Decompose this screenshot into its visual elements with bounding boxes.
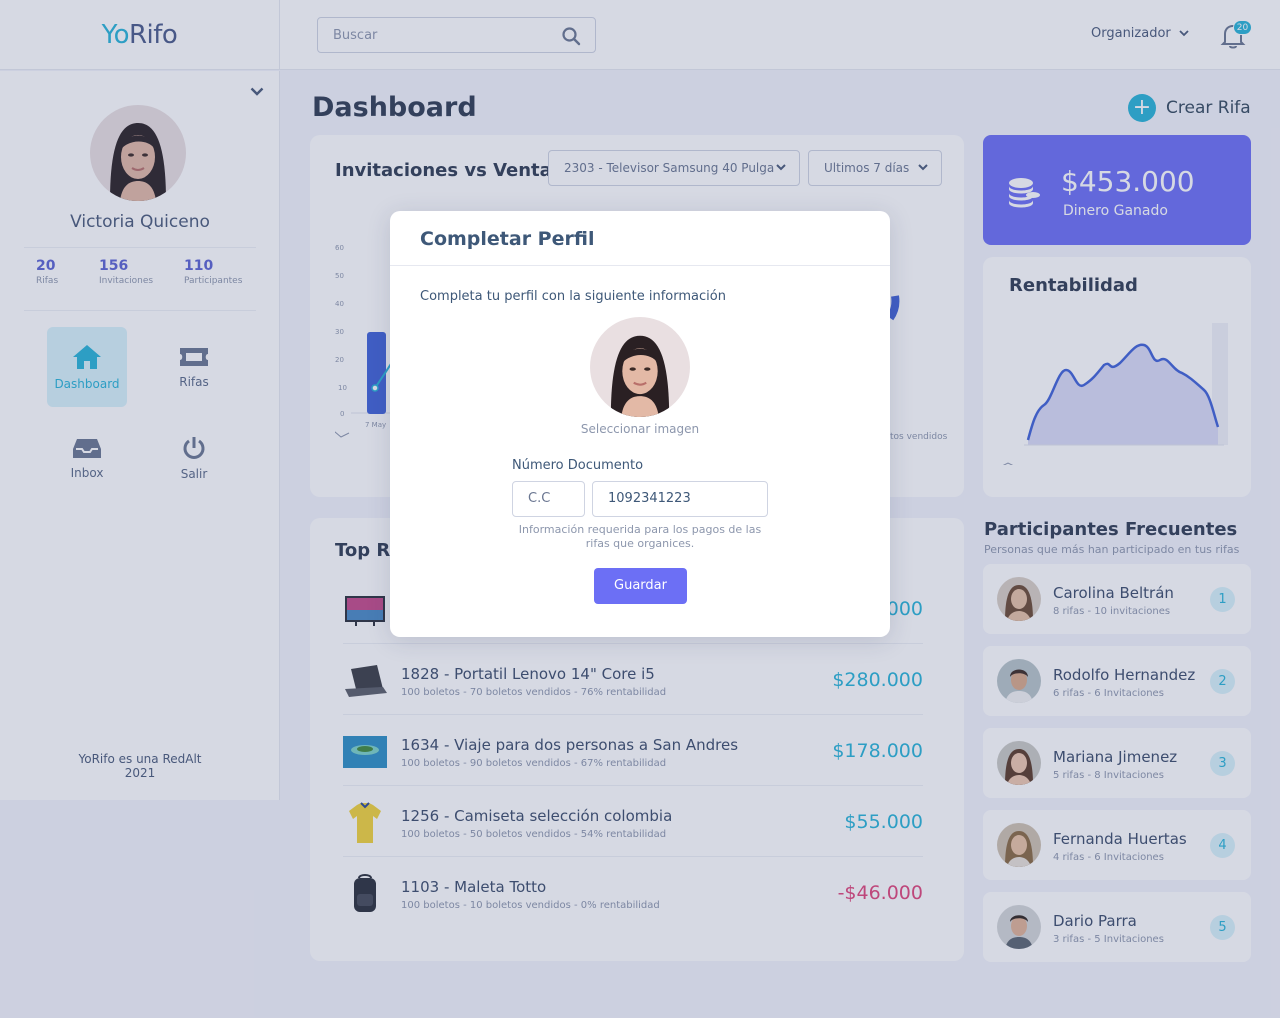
- modal-title: Completar Perfil: [420, 228, 595, 250]
- document-label: Número Documento: [512, 458, 644, 473]
- divider: [390, 265, 890, 266]
- modal-description: Completa tu perfil con la siguiente info…: [420, 289, 726, 304]
- save-button[interactable]: Guardar: [594, 568, 687, 604]
- document-type-field[interactable]: C.C: [512, 481, 585, 517]
- select-image-link[interactable]: Seleccionar imagen: [390, 422, 890, 436]
- document-number-field[interactable]: 1092341223: [592, 481, 768, 517]
- complete-profile-modal: Completar Perfil Completa tu perfil con …: [390, 211, 890, 637]
- help-text: Información requerida para los pagos de …: [518, 523, 762, 550]
- profile-photo[interactable]: [590, 317, 690, 417]
